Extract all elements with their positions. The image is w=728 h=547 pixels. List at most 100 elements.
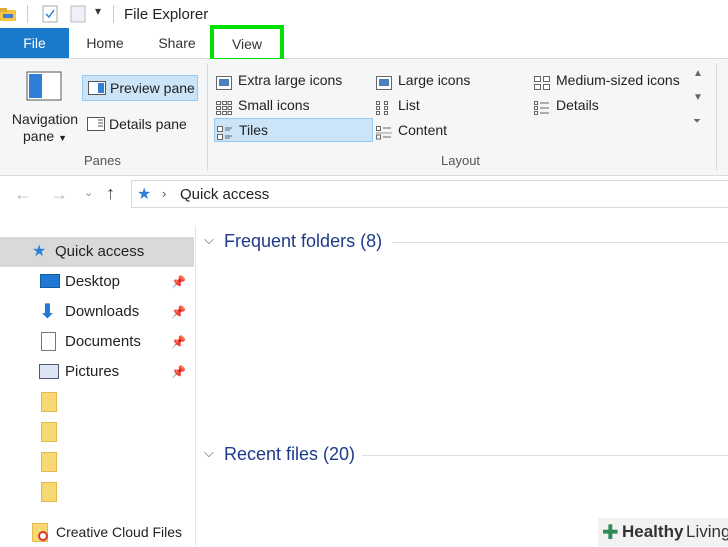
back-arrow-icon[interactable]: ←	[14, 184, 32, 205]
tab-view[interactable]: View	[210, 25, 284, 62]
nav-item-pictures[interactable]: Pictures 📌	[0, 357, 194, 387]
nav-item-label: Quick access	[55, 243, 145, 260]
frequent-folders-header[interactable]: Frequent folders (8)	[224, 231, 382, 252]
navigation-pane-button[interactable]: Navigation pane ▼	[10, 111, 80, 147]
divider	[27, 5, 28, 23]
layout-label: List	[398, 97, 420, 113]
customize-quick-access-icon[interactable]: ▾	[95, 4, 101, 18]
nav-item-label: Creative Cloud Files	[56, 524, 183, 540]
extra-large-icons-icon	[216, 74, 232, 91]
pin-icon[interactable]: 📌	[171, 267, 186, 297]
layout-label: Details	[556, 97, 599, 113]
nav-item-desktop[interactable]: Desktop 📌	[0, 267, 194, 297]
address-bar[interactable]: ★ › Quick access	[131, 180, 728, 208]
download-arrow-icon: ⬇	[39, 301, 56, 323]
medium-icons-icon	[534, 74, 550, 91]
folder-icon[interactable]	[0, 5, 18, 23]
nav-item-quick-access[interactable]: ★ Quick access	[0, 237, 194, 267]
divider	[716, 63, 717, 171]
details-pane-icon	[87, 117, 105, 136]
layout-details[interactable]: Details	[534, 94, 599, 116]
layout-label: Extra large icons	[238, 72, 343, 88]
desktop-icon	[40, 274, 60, 288]
nav-item-creative-cloud-files[interactable]: Creative Cloud Files	[0, 517, 194, 547]
title-bar: ▾ File Explorer	[0, 0, 728, 28]
chevron-down-icon[interactable]: ⌵	[204, 232, 214, 248]
content-icon	[376, 124, 392, 140]
small-icons-icon	[216, 99, 232, 116]
navigation-pane: ★ Quick access Desktop 📌 ⬇ Downloads 📌 D…	[0, 226, 196, 546]
layout-list[interactable]: List	[376, 94, 420, 116]
breadcrumb-chevron-icon: ›	[162, 186, 167, 201]
large-icons-icon	[376, 74, 392, 91]
layout-gallery-scroll[interactable]: ▲ ▼ ⏷	[693, 67, 707, 145]
folder-icon[interactable]	[41, 452, 57, 472]
watermark-brand: Healthy	[622, 522, 684, 541]
chevron-down-icon[interactable]: ⌵	[204, 445, 214, 461]
layout-label: Tiles	[239, 122, 269, 138]
pin-icon[interactable]: 📌	[171, 327, 186, 357]
new-folder-icon[interactable]	[70, 5, 88, 23]
preview-pane-button[interactable]: Preview pane	[82, 75, 198, 101]
details-pane-label: Details pane	[109, 116, 187, 132]
panes-group-label: Panes	[84, 153, 121, 168]
layout-label: Small icons	[238, 97, 310, 113]
nav-item-label: Documents	[65, 333, 141, 350]
chevron-down-icon: ▼	[58, 133, 67, 143]
recent-files-header[interactable]: Recent files (20)	[224, 444, 355, 465]
tiles-icon	[217, 124, 233, 141]
tab-share[interactable]: Share	[152, 28, 202, 58]
divider	[207, 63, 208, 171]
plus-icon: ✚	[602, 522, 619, 544]
layout-large-icons[interactable]: Large icons	[376, 69, 470, 91]
ribbon: Navigation pane ▼ Preview pane Details p…	[0, 59, 728, 176]
layout-group-label: Layout	[441, 153, 481, 168]
watermark: ✚ Healthy Living	[598, 518, 728, 546]
up-arrow-icon[interactable]: ↑	[106, 183, 115, 204]
layout-label: Large icons	[398, 72, 471, 88]
list-icon	[376, 99, 392, 116]
folder-icon[interactable]	[41, 482, 57, 502]
star-icon: ★	[137, 186, 152, 203]
scroll-up-icon[interactable]: ▲	[693, 67, 707, 81]
nav-item-downloads[interactable]: ⬇ Downloads 📌	[0, 297, 194, 327]
divider	[113, 5, 114, 23]
scroll-down-icon[interactable]: ▼	[693, 91, 707, 105]
layout-label: Content	[398, 122, 448, 138]
watermark-brand-2: Living	[686, 522, 728, 541]
breadcrumb[interactable]: Quick access	[180, 186, 269, 203]
preview-pane-label: Preview pane	[110, 80, 195, 96]
window-title: File Explorer	[124, 6, 209, 23]
document-icon	[41, 332, 56, 351]
folder-icon[interactable]	[41, 422, 57, 442]
navigation-pane-label: Navigation	[11, 111, 79, 127]
divider	[362, 455, 728, 456]
pictures-icon	[39, 364, 59, 379]
nav-item-label: Desktop	[65, 273, 121, 290]
tab-home[interactable]: Home	[80, 28, 130, 58]
layout-small-icons[interactable]: Small icons	[216, 94, 310, 116]
layout-medium-icons[interactable]: Medium-sized icons	[534, 69, 680, 91]
recent-locations-icon[interactable]: ⌄	[84, 186, 93, 199]
layout-extra-large-icons[interactable]: Extra large icons	[216, 69, 342, 91]
creative-cloud-icon	[38, 531, 48, 541]
pin-icon[interactable]: 📌	[171, 357, 186, 387]
ribbon-tabs: File Home Share View	[0, 25, 728, 62]
layout-content[interactable]: Content	[376, 119, 447, 141]
nav-item-label: Downloads	[65, 303, 140, 320]
layout-tiles[interactable]: Tiles	[214, 118, 373, 142]
nav-item-documents[interactable]: Documents 📌	[0, 327, 194, 357]
tab-file[interactable]: File	[0, 28, 69, 58]
layout-label: Medium-sized icons	[556, 72, 680, 88]
divider	[392, 242, 728, 243]
details-icon	[534, 99, 550, 116]
pin-icon[interactable]: 📌	[171, 297, 186, 327]
details-pane-button[interactable]: Details pane	[82, 111, 198, 137]
nav-item-label: Pictures	[65, 363, 120, 380]
navigation-pane-icon[interactable]	[26, 71, 62, 101]
expand-gallery-icon[interactable]: ⏷	[693, 115, 707, 129]
navigation-pane-label-2: pane	[23, 128, 55, 144]
forward-arrow-icon[interactable]: →	[50, 184, 68, 205]
folder-icon[interactable]	[41, 392, 57, 412]
properties-icon[interactable]	[42, 5, 60, 23]
